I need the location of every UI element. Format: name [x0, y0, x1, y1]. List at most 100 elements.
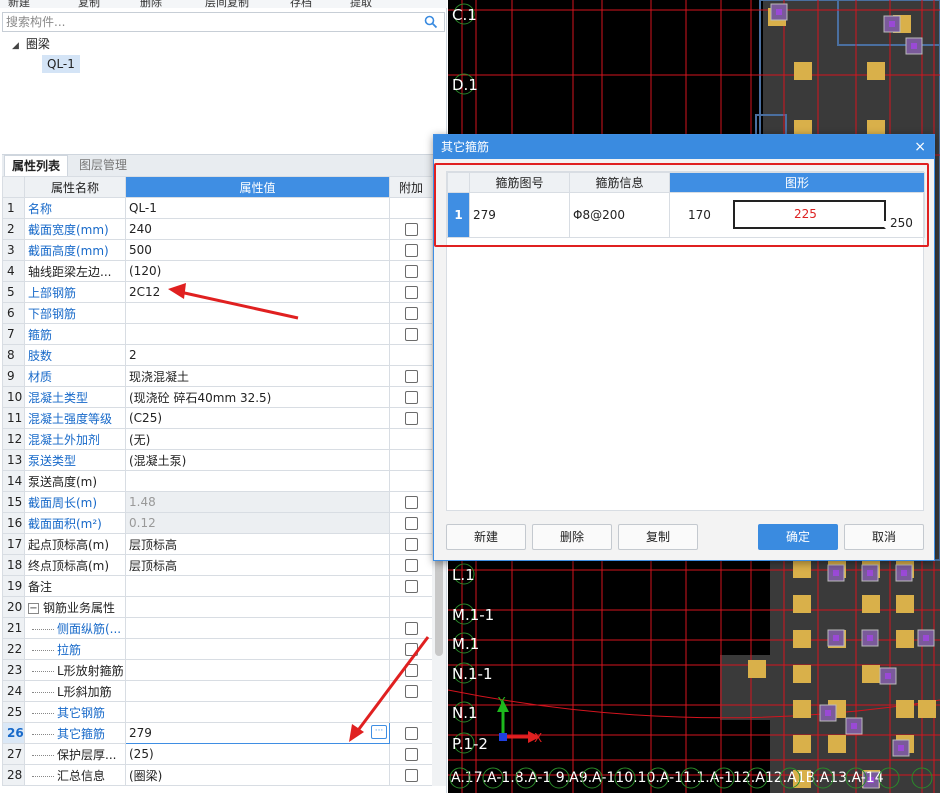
shape-mid-length[interactable]: 225	[794, 207, 817, 221]
property-value[interactable]: (无)	[125, 428, 390, 450]
table-row[interactable]: 17 起点顶标高(m) 层顶标高	[2, 533, 433, 555]
table-row[interactable]: 13 泵送类型 (混凝土泵)	[2, 449, 433, 471]
property-value[interactable]	[125, 470, 390, 492]
extra-checkbox-cell[interactable]	[389, 323, 433, 345]
extra-checkbox-cell[interactable]	[389, 596, 433, 618]
search-input[interactable]	[3, 13, 413, 31]
checkbox[interactable]	[404, 496, 418, 509]
extra-checkbox-cell[interactable]	[389, 428, 433, 450]
table-row[interactable]: 6 下部钢筋	[2, 302, 433, 324]
property-value[interactable]: 240	[125, 218, 390, 240]
table-row[interactable]: 4 轴线距梁左边... (120)	[2, 260, 433, 282]
extra-checkbox-cell[interactable]	[389, 575, 433, 597]
table-row[interactable]: 16 截面面积(m²) 0.12	[2, 512, 433, 534]
extra-checkbox-cell[interactable]	[389, 239, 433, 261]
property-value[interactable]: 0.12	[125, 512, 390, 534]
extra-checkbox-cell[interactable]	[389, 407, 433, 429]
property-value[interactable]: (25)	[125, 743, 390, 765]
tree-node-ql-1[interactable]: QL-1	[42, 55, 80, 73]
table-row[interactable]: 11 混凝土强度等级 (C25)	[2, 407, 433, 429]
tab-layer-management[interactable]: 图层管理	[72, 155, 134, 177]
table-row[interactable]: 20− 钢筋业务属性	[2, 596, 433, 618]
collapse-arrow-icon[interactable]: ◢	[12, 38, 22, 54]
checkbox[interactable]	[404, 517, 418, 530]
info-cell[interactable]: Φ8@200	[569, 192, 670, 238]
extra-checkbox-cell[interactable]	[389, 680, 433, 702]
save-button[interactable]: 存档	[290, 0, 312, 10]
shape-cell[interactable]: 170 225 250	[669, 192, 925, 238]
extra-checkbox-cell[interactable]	[389, 701, 433, 723]
table-row[interactable]: 22 拉筋	[2, 638, 433, 660]
property-value[interactable]	[125, 302, 390, 324]
extra-checkbox-cell[interactable]	[389, 386, 433, 408]
tab-property-list[interactable]: 属性列表	[4, 155, 69, 177]
checkbox[interactable]	[404, 643, 418, 656]
checkbox[interactable]	[404, 727, 418, 740]
cancel-button[interactable]: 取消	[844, 524, 924, 550]
property-value[interactable]	[125, 575, 390, 597]
delete-row-button[interactable]: 删除	[532, 524, 612, 550]
table-row[interactable]: 3 截面高度(mm) 500	[2, 239, 433, 261]
property-value[interactable]	[125, 638, 390, 660]
table-row[interactable]: 24 L形斜加筋	[2, 680, 433, 702]
checkbox[interactable]	[404, 370, 418, 383]
extra-checkbox-cell[interactable]	[389, 470, 433, 492]
extra-checkbox-cell[interactable]	[389, 218, 433, 240]
shape-right-length[interactable]: 250	[890, 216, 913, 230]
extra-checkbox-cell[interactable]	[389, 302, 433, 324]
extract-button[interactable]: 提取	[350, 0, 372, 10]
property-value[interactable]: 1.48	[125, 491, 390, 513]
checkbox[interactable]	[404, 391, 418, 404]
checkbox[interactable]	[404, 622, 418, 635]
delete-button[interactable]: 删除	[140, 0, 162, 10]
checkbox[interactable]	[404, 412, 418, 425]
layer-copy-button[interactable]: 层间复制	[205, 0, 249, 10]
table-row[interactable]: 25 其它钢筋	[2, 701, 433, 723]
copy-row-button[interactable]: 复制	[618, 524, 698, 550]
property-value[interactable]: QL-1	[125, 197, 390, 219]
checkbox[interactable]	[404, 748, 418, 761]
new-row-button[interactable]: 新建	[446, 524, 526, 550]
search-icon[interactable]	[424, 15, 438, 29]
ok-button[interactable]: 确定	[758, 524, 838, 550]
property-value[interactable]: 2	[125, 344, 390, 366]
shape-no-cell[interactable]: 279	[469, 192, 570, 238]
property-value[interactable]: (C25)	[125, 407, 390, 429]
extra-checkbox-cell[interactable]	[389, 659, 433, 681]
table-row[interactable]: 7 箍筋	[2, 323, 433, 345]
property-value[interactable]: 2C12	[125, 281, 390, 303]
checkbox[interactable]	[404, 580, 418, 593]
property-value[interactable]: 500	[125, 239, 390, 261]
checkbox[interactable]	[404, 244, 418, 257]
checkbox[interactable]	[404, 685, 418, 698]
extra-checkbox-cell[interactable]	[389, 491, 433, 513]
extra-checkbox-cell[interactable]	[389, 344, 433, 366]
table-row[interactable]: 19 备注	[2, 575, 433, 597]
close-icon[interactable]: ×	[914, 135, 926, 159]
extra-checkbox-cell[interactable]	[389, 743, 433, 765]
property-value[interactable]: 层顶标高	[125, 554, 390, 576]
shape-left-length[interactable]: 170	[688, 208, 711, 222]
property-value[interactable]: (120)	[125, 260, 390, 282]
checkbox[interactable]	[404, 265, 418, 278]
extra-checkbox-cell[interactable]	[389, 281, 433, 303]
property-value[interactable]	[125, 323, 390, 345]
checkbox[interactable]	[404, 223, 418, 236]
copy-button[interactable]: 复制	[78, 0, 100, 10]
extra-checkbox-cell[interactable]	[389, 449, 433, 471]
property-value[interactable]	[125, 701, 390, 723]
extra-checkbox-cell[interactable]	[389, 764, 433, 786]
table-row[interactable]: 28 汇总信息 (圈梁)	[2, 764, 433, 786]
property-value[interactable]: (圈梁)	[125, 764, 390, 786]
extra-checkbox-cell[interactable]	[389, 533, 433, 555]
tree-node-ring-beam[interactable]: ◢ 圈梁	[12, 36, 50, 52]
checkbox[interactable]	[404, 559, 418, 572]
table-row[interactable]: 10 混凝土类型 (现浇砼 碎石40mm 32.5)	[2, 386, 433, 408]
checkbox[interactable]	[404, 328, 418, 341]
table-row[interactable]: 5 上部钢筋 2C12	[2, 281, 433, 303]
property-value[interactable]	[125, 596, 390, 618]
checkbox[interactable]	[404, 664, 418, 677]
table-row[interactable]: 15 截面周长(m) 1.48	[2, 491, 433, 513]
property-value[interactable]: (现浇砼 碎石40mm 32.5)	[125, 386, 390, 408]
table-row[interactable]: 1 名称 QL-1	[2, 197, 433, 219]
